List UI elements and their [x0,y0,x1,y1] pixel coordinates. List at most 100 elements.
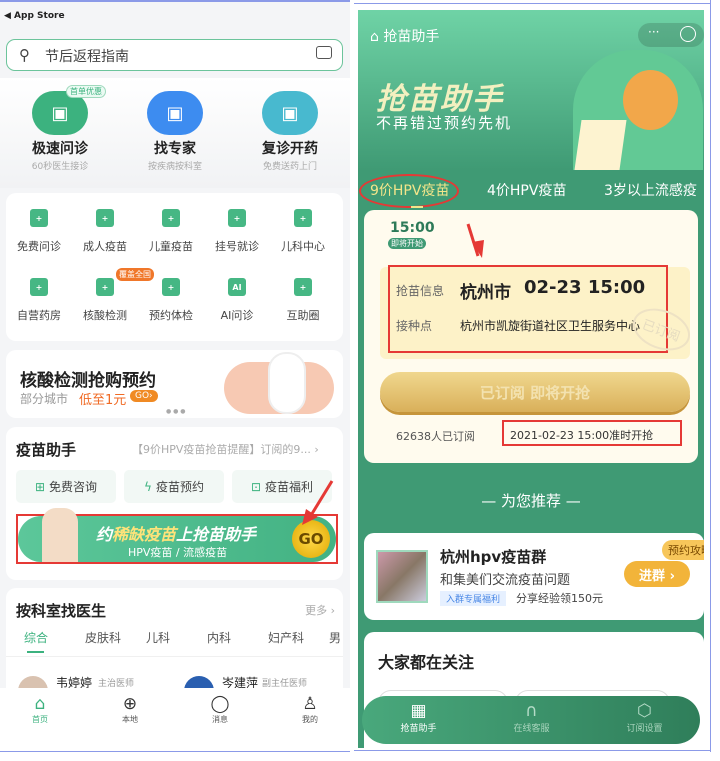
vaccine-assistant-banner[interactable]: 约稀缺疫苗上抢苗助手 HPV疫苗 / 流感疫苗 GO [18,508,336,562]
grid-label: 自营药房 [17,309,61,322]
group-bonus: 分享经验领150元 [516,592,603,605]
group-avatar [376,550,428,603]
pill-icon: ▣ [262,91,318,135]
grid-item[interactable]: + 自营药房 [6,276,72,334]
tab-department[interactable]: 皮肤科 [85,629,121,646]
tab-vaccine[interactable]: 4价HPV疫苗 [487,180,566,200]
message-icon: ◯ [210,694,230,714]
city: 杭州市 [460,283,511,303]
nav-label: 消息 [212,715,228,724]
nav-tab[interactable]: ⬡ 订阅设置 [588,701,701,734]
chat-plus-icon: ⊞ [34,479,46,494]
nav-location-plus[interactable]: ⊕ 本地 [90,694,170,734]
clipboard-chart-icon: + [162,278,180,296]
service-2[interactable]: ▣ 复诊开药 免费送药上门 [240,88,340,178]
grid-label: 互助圈 [286,309,320,322]
header-title: 抢苗助手 [383,29,440,45]
vaccine-button-0[interactable]: ⊞ 免费咨询 [16,470,116,503]
header: ⌂ 抢苗助手 [370,26,439,46]
grid-item[interactable]: + 挂号就诊 [204,207,270,265]
service-grid: + 免费问诊 + 成人疫苗 + 儿童疫苗 + 挂号就诊 + 儿科中心 + 自营药… [6,193,343,341]
join-group-button[interactable]: 进群 › [624,561,690,587]
pharmacy-icon: + [30,278,48,296]
nav-home[interactable]: ⌂ 首页 [0,694,80,734]
nav-tab[interactable]: ∩ 在线客服 [475,701,588,734]
subscribe-button[interactable]: 已订阅 即将开抢 [380,372,690,412]
promo-banner[interactable]: 核酸检测抢购预约 部分城市 低至1元 GO› ● ● ● [6,350,343,418]
grid-label: AI问诊 [220,309,254,322]
tab-vaccine[interactable]: 3岁以上流感疫 [604,180,697,200]
service-label: 极速问诊 [32,141,88,157]
camera-icon[interactable] [316,46,332,59]
hero-sub: 不再错过预约先机 [376,114,513,132]
focus-title: 大家都在关注 [378,653,475,672]
tab-underline [27,651,44,653]
grid-item[interactable]: + 互助圈 [270,276,336,334]
promo-go-button[interactable]: GO› [130,390,158,402]
nav-label: 订阅设置 [626,724,663,734]
nav-label: 本地 [122,715,138,724]
vaccine-slot-card: 15:00 即将开始 抢苗信息 杭州市 02-23 15:00 接种点 杭州市凯… [364,210,698,463]
banner-sub: HPV疫苗 / 流感疫苗 [128,546,228,559]
service-sub: 60秒医生接诊 [31,162,89,172]
red-arrow-annotation [302,480,334,525]
close-miniapp-icon[interactable] [680,26,696,42]
search-icon: ⚲ [19,46,30,64]
bottom-nav: ⌂ 首页 ⊕ 本地 ◯ 消息 ♙ 我的 [0,688,350,751]
site-label: 接种点 [396,319,433,333]
grid-item[interactable]: AI AI问诊 [204,276,270,334]
more-icon[interactable]: ··· [648,25,659,39]
heart-box-icon: + [30,209,48,227]
grid-item[interactable]: + 免费问诊 [6,207,72,265]
tab-department[interactable]: 儿科 [146,629,170,646]
tab-department[interactable]: 综合 [24,629,48,646]
divider [354,750,711,751]
home-icon[interactable]: ⌂ [370,29,379,45]
grid-item[interactable]: + 覆盖全国 核酸检测 [72,268,154,334]
grid-label: 预约体检 [149,309,193,322]
person-icon: ♙ [302,694,318,714]
group-tag: 入群专属福利 [440,591,507,606]
vaccine-assistant-card: 疫苗助手 【9价HPV疫苗抢苗提醒】订阅的9... › ⊞ 免费咨询 ϟ 疫苗预约 … [6,427,343,580]
group-card[interactable]: 杭州hpv疫苗群 和集美们交流疫苗问题 入群专属福利 分享经验领150元 进群 … [364,533,704,620]
service-0[interactable]: ▣ 首单优惠 极速问诊 60秒医生接诊 [10,85,110,178]
nav-person[interactable]: ♙ 我的 [270,694,350,734]
info-label: 抢苗信息 [396,284,445,298]
slot-datetime: 02-23 15:00 [524,277,646,298]
recommend-heading: — 为您推荐 — [481,492,581,510]
status-bar-back[interactable]: ◀ App Store [4,11,65,21]
capsule-menu: ··· [638,23,704,47]
promo-title: 核酸检测抢购预约 [20,371,156,391]
grid-item[interactable]: + 成人疫苗 [72,207,138,265]
banner-title: 约稀缺疫苗上抢苗助手 [96,525,257,544]
booking-guide-tag[interactable]: 预约攻略 [662,540,704,560]
nav-label: 我的 [302,715,318,724]
nav-label: 抢苗助手 [400,724,437,734]
grid-item[interactable]: + 预约体检 [138,276,204,334]
grid-item[interactable]: + 儿童疫苗 [138,207,204,265]
sprout-icon: + [162,209,180,227]
vaccine-notice-link[interactable]: 【9价HPV疫苗抢苗提醒】订阅的9... › [132,441,319,457]
search-input[interactable]: ⚲ 节后返程指南 [6,39,343,71]
headset-icon: ∩ [525,701,538,721]
baby-face-icon: + [294,209,312,227]
doctors-title: 按科室找医生 [16,602,107,620]
calendar-icon: ▦ [410,701,427,721]
tab-department[interactable]: 男 [329,629,341,646]
nav-message[interactable]: ◯ 消息 [180,694,260,734]
nav-tab[interactable]: ▦ 抢苗助手 [362,701,475,734]
grid-item[interactable]: + 儿科中心 [270,207,336,265]
tab-department[interactable]: 内科 [207,629,231,646]
tab-annotation-circle [359,174,459,208]
carousel-dots[interactable]: ● ● ● [166,408,186,415]
service-1[interactable]: ▣ 找专家 按疾病按科室 [125,88,225,178]
grid-label: 儿童疫苗 [149,240,193,253]
tab-department[interactable]: 妇产科 [268,629,304,646]
deer-mascot-illustration [573,50,703,178]
more-link[interactable]: 更多 › [305,602,335,618]
home-icon: ⌂ [34,694,46,714]
search-placeholder: 节后返程指南 [45,49,129,65]
vaccine-button-1[interactable]: ϟ 疫苗预约 [124,470,224,503]
divider [354,3,711,4]
grid-label: 免费问诊 [17,240,61,253]
